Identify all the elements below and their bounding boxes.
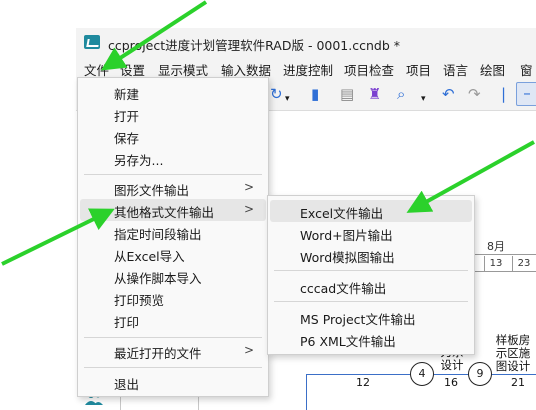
menu-item-import-excel[interactable]: 从Excel导入: [78, 243, 268, 265]
chevron-right-icon: >: [243, 202, 254, 216]
chevron-right-icon: >: [243, 343, 254, 357]
menu-item-exit[interactable]: 退出: [78, 371, 268, 393]
menu-separator: [84, 174, 262, 175]
menu-item-save-as[interactable]: 另存为...: [78, 147, 268, 169]
menu-item-import-script[interactable]: 从操作脚本导入: [78, 265, 268, 287]
menu-language[interactable]: 语言: [443, 60, 468, 79]
undo-icon[interactable]: ↶: [442, 84, 455, 104]
menu-item-print[interactable]: 打印: [78, 309, 268, 331]
menu-item-save[interactable]: 保存: [78, 125, 268, 147]
menu-item-p6xml-export[interactable]: P6 XML文件输出: [268, 328, 474, 350]
menu-check[interactable]: 项目检查: [344, 60, 394, 79]
gantt-line: [470, 254, 536, 255]
network-node[interactable]: 9: [468, 362, 492, 386]
gantt-day: 23: [512, 256, 535, 272]
menu-separator: [274, 270, 468, 271]
menu-item-cccad-export[interactable]: cccad文件输出: [268, 275, 474, 297]
menu-item-recent-files[interactable]: 最近打开的文件 >: [78, 340, 268, 362]
brush-icon[interactable]: ♜: [368, 84, 381, 104]
menu-separator: [274, 301, 468, 302]
menu-item-open[interactable]: 打开: [78, 103, 268, 125]
duration-label: 16: [444, 376, 458, 389]
duration-label: 21: [511, 376, 525, 389]
gantt-day: 13: [484, 256, 507, 272]
menu-separator: [84, 337, 262, 338]
search-icon[interactable]: ⌕: [397, 84, 405, 104]
menu-bar: 文件 设置 显示模式 输入数据 进度控制 项目检查 项目 语言 绘图 窗: [76, 58, 536, 78]
paste-icon[interactable]: ▤: [340, 84, 354, 104]
menu-item-word-image-export[interactable]: Word+图片输出: [268, 222, 474, 244]
dash-button[interactable]: –: [516, 82, 536, 106]
app-logo-icon: [84, 35, 100, 49]
menu-project[interactable]: 项目: [406, 60, 431, 79]
menu-item-print-preview[interactable]: 打印预览: [78, 287, 268, 309]
menu-item-msproject-export[interactable]: MS Project文件输出: [268, 306, 474, 328]
link-line: [492, 374, 536, 375]
menu-item-new[interactable]: 新建: [78, 81, 268, 103]
menu-progress[interactable]: 进度控制: [283, 60, 333, 79]
menu-draw[interactable]: 绘图: [480, 60, 505, 79]
separator-icon: |: [501, 85, 507, 103]
link-line: [434, 374, 468, 375]
title-bar: ccproject进度计划管理软件RAD版 - 0001.ccndb *: [76, 28, 536, 58]
menu-item-other-format-export[interactable]: 其他格式文件输出 >: [80, 199, 266, 221]
task-label: 样板房 示区施 图设计: [495, 333, 531, 373]
dropdown-icon[interactable]: ▾: [421, 89, 426, 109]
menu-item-excel-export[interactable]: Excel文件输出: [270, 200, 472, 222]
chevron-right-icon: >: [243, 180, 254, 194]
menu-separator: [84, 367, 262, 368]
menu-item-period-export[interactable]: 指定时间段输出: [78, 221, 268, 243]
menu-window[interactable]: 窗: [520, 60, 533, 79]
network-node[interactable]: 4: [410, 362, 434, 386]
menu-item-word-sim-export[interactable]: Word模拟图输出: [268, 244, 474, 266]
link-line: [306, 374, 307, 410]
copy-icon[interactable]: ▮: [311, 84, 319, 104]
redo-disabled-icon[interactable]: ↷: [468, 84, 481, 104]
file-menu: 新建 打开 保存 另存为... 图形文件输出 > 其他格式文件输出 > 指定时间段输…: [77, 77, 269, 397]
link-line: [306, 374, 410, 375]
redo-icon[interactable]: ↻: [270, 84, 283, 104]
duration-label: 12: [356, 376, 370, 389]
window-title: ccproject进度计划管理软件RAD版 - 0001.ccndb *: [108, 38, 400, 53]
gantt-month: 8月: [487, 240, 505, 253]
dropdown-icon[interactable]: ▾: [285, 89, 290, 109]
other-format-submenu: Excel文件输出 Word+图片输出 Word模拟图输出 cccad文件输出 …: [267, 195, 475, 355]
menu-item-graphic-export[interactable]: 图形文件输出 >: [78, 177, 268, 199]
